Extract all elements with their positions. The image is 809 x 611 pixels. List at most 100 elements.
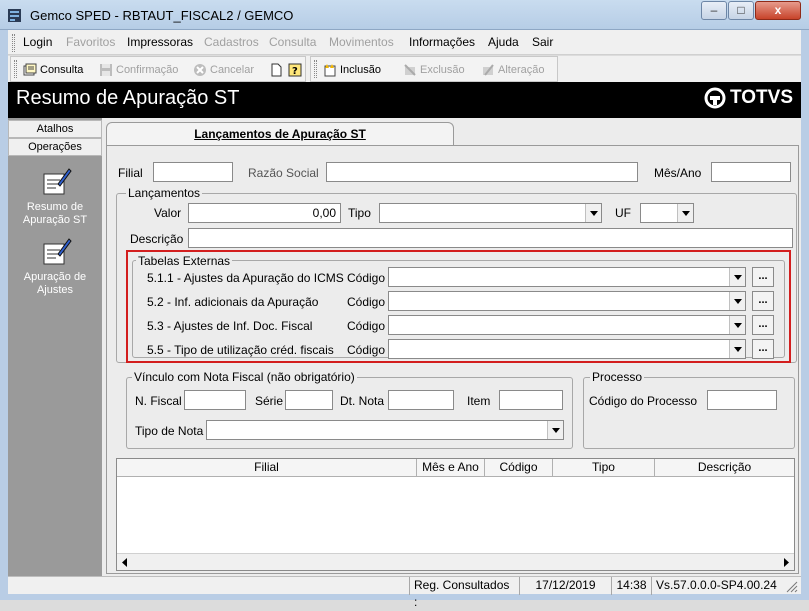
codprocesso-label: Código do Processo — [589, 394, 698, 408]
minimize-button[interactable]: – — [701, 1, 727, 20]
valor-label: Valor — [154, 206, 182, 220]
scroll-right-icon[interactable] — [782, 558, 790, 567]
scroll-left-icon[interactable] — [121, 558, 129, 567]
grid-header-tipo[interactable]: Tipo — [553, 459, 655, 477]
edit-icon — [483, 64, 494, 76]
side-tab-atalhos[interactable]: Atalhos — [8, 120, 102, 138]
tabela-53-codigo-select[interactable] — [388, 315, 746, 335]
tab-lancamentos-label: Lançamentos de Apuração ST — [194, 127, 366, 141]
tabela-52-lookup-button[interactable]: ... — [752, 291, 774, 311]
menu-login[interactable]: Login — [23, 35, 52, 49]
chevron-down-icon[interactable] — [729, 292, 745, 310]
descricao-field[interactable] — [188, 228, 793, 248]
chevron-down-icon[interactable] — [547, 421, 563, 439]
confirmacao-button[interactable]: Confirmação — [99, 63, 178, 77]
consulta-button[interactable]: Consulta — [23, 63, 83, 77]
toolbar-group-2: Inclusão Exclusão Alteração — [310, 56, 558, 82]
filial-field[interactable] — [153, 162, 233, 182]
codprocesso-field[interactable] — [707, 390, 777, 410]
tabela-53-codigo-label: Código — [347, 319, 386, 333]
new-page-icon[interactable] — [269, 63, 283, 77]
tabela-55-label: 5.5 - Tipo de utilização créd. fiscais — [147, 343, 334, 357]
razao-social-field[interactable] — [326, 162, 638, 182]
page-header: Resumo de Apuração ST TOTVS — [8, 82, 801, 118]
svg-text:?: ? — [292, 66, 298, 77]
uf-label: UF — [615, 206, 631, 220]
delete-icon — [404, 64, 416, 76]
alteracao-label: Alteração — [498, 64, 545, 76]
maximize-button[interactable]: □ — [728, 1, 754, 20]
menu-favoritos[interactable]: Favoritos — [66, 35, 115, 49]
processo-legend: Processo — [590, 370, 645, 384]
status-time: 14:38 — [611, 577, 651, 595]
tabela-53-lookup-button[interactable]: ... — [752, 315, 774, 335]
lancamentos-grid[interactable]: Filial Mês e Ano Código Tipo Descrição — [116, 458, 795, 571]
status-date: 17/12/2019 — [519, 577, 611, 595]
alteracao-button[interactable]: Alteração — [481, 63, 544, 77]
chevron-down-icon[interactable] — [677, 204, 693, 222]
grid-header-codigo[interactable]: Código — [485, 459, 553, 477]
menu-informacoes[interactable]: Informações — [409, 35, 475, 49]
cancelar-button[interactable]: Cancelar — [193, 63, 254, 77]
tab-lancamentos[interactable]: Lançamentos de Apuração ST — [106, 122, 454, 146]
window-frame-left — [0, 30, 8, 600]
exclusao-label: Exclusão — [420, 64, 465, 76]
tabela-55-lookup-button[interactable]: ... — [752, 339, 774, 359]
totvs-logo-text: TOTVS — [730, 87, 793, 108]
vinculo-legend: Vínculo com Nota Fiscal (não obrigatório… — [132, 370, 357, 384]
menu-movimentos[interactable]: Movimentos — [329, 35, 394, 49]
menu-grip — [12, 34, 15, 52]
chevron-down-icon[interactable] — [729, 340, 745, 358]
serie-label: Série — [255, 394, 284, 408]
tabela-511-codigo-select[interactable] — [388, 267, 746, 287]
grid-header-descricao[interactable]: Descrição — [655, 459, 794, 477]
status-bar: Reg. Consultados : 17/12/2019 14:38 Vs.5… — [8, 576, 801, 609]
exclusao-button[interactable]: Exclusão — [403, 63, 465, 77]
document-pen-icon — [43, 238, 72, 265]
item-field[interactable] — [499, 390, 563, 410]
menu-impressoras[interactable]: Impressoras — [127, 35, 193, 49]
nfiscal-field[interactable] — [184, 390, 246, 410]
close-button[interactable]: x — [755, 1, 801, 20]
page-title: Resumo de Apuração ST — [16, 87, 240, 109]
side-tab-operacoes[interactable]: Operações — [8, 138, 102, 156]
dtnota-field[interactable] — [388, 390, 454, 410]
tabela-52-codigo-select[interactable] — [388, 291, 746, 311]
totvs-logo: TOTVS — [704, 87, 793, 109]
grid-horizontal-scrollbar[interactable] — [117, 553, 794, 570]
menu-consulta[interactable]: Consulta — [269, 35, 316, 49]
serie-field[interactable] — [285, 390, 333, 410]
chevron-down-icon[interactable] — [729, 316, 745, 334]
app-icon — [8, 9, 21, 22]
lancamentos-legend: Lançamentos — [126, 186, 203, 200]
tipo-select[interactable] — [379, 203, 602, 223]
side-item-apuracao[interactable]: Apuração de Ajustes — [12, 236, 98, 297]
menu-ajuda[interactable]: Ajuda — [488, 35, 519, 49]
inclusao-label: Inclusão — [340, 64, 381, 76]
help-icon[interactable]: ? — [288, 63, 302, 77]
chevron-down-icon[interactable] — [585, 204, 601, 222]
tiponota-select[interactable] — [206, 420, 564, 440]
resize-grip-icon[interactable] — [785, 580, 798, 593]
uf-select[interactable] — [640, 203, 694, 223]
tabela-55-codigo-select[interactable] — [388, 339, 746, 359]
chevron-down-icon[interactable] — [729, 268, 745, 286]
menu-bar: Login Favoritos Impressoras Cadastros Co… — [8, 30, 801, 55]
valor-field[interactable]: 0,00 — [188, 203, 341, 223]
filial-label: Filial — [118, 166, 143, 180]
side-item-resumo[interactable]: Resumo de Apuração ST — [12, 166, 98, 227]
confirmacao-label: Confirmação — [116, 64, 179, 76]
status-version: Vs.57.0.0.0-SP4.00.24 — [651, 577, 781, 595]
tabela-511-lookup-button[interactable]: ... — [752, 267, 774, 287]
grid-header-mes-ano[interactable]: Mês e Ano — [417, 459, 485, 477]
tipo-label: Tipo — [348, 206, 371, 220]
toolbar-grip — [14, 60, 17, 78]
toolbar-group-1: Consulta Confirmação Cancelar ? — [10, 56, 306, 82]
toolbar-grip-2 — [314, 60, 317, 78]
tabela-52-label: 5.2 - Inf. adicionais da Apuração — [147, 295, 319, 309]
mes-ano-field[interactable] — [711, 162, 791, 182]
menu-sair[interactable]: Sair — [532, 35, 553, 49]
grid-header-filial[interactable]: Filial — [117, 459, 417, 477]
menu-cadastros[interactable]: Cadastros — [204, 35, 259, 49]
inclusao-button[interactable]: Inclusão — [323, 63, 381, 77]
